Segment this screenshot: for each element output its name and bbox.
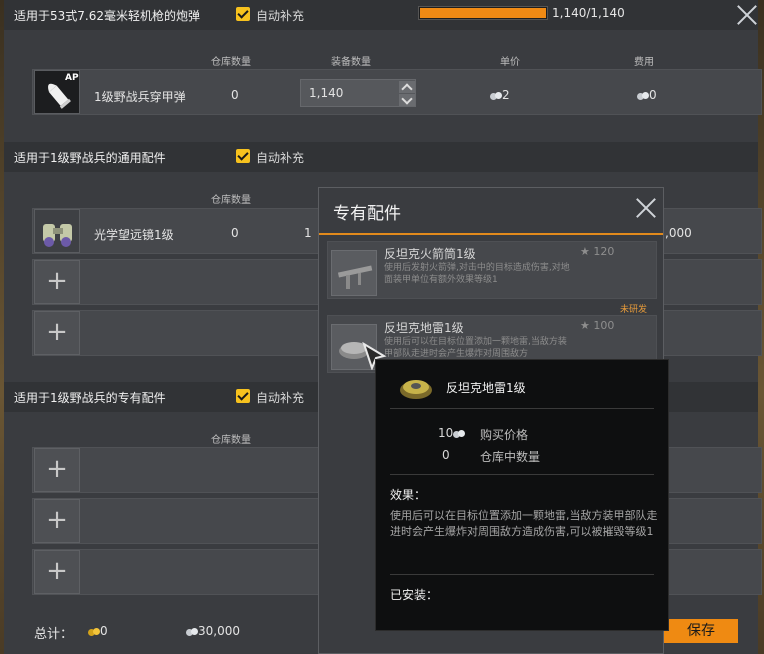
close-icon[interactable] (736, 4, 758, 26)
col-unit-price: 单价 (500, 57, 520, 68)
ammo-capacity-fill (420, 8, 546, 18)
binocular-icon (34, 209, 80, 253)
general-section-header: 适用于1级野战兵的通用配件 (4, 142, 758, 172)
col-equip: 装备数量 (331, 57, 371, 68)
col-cost: 费用 (634, 57, 654, 68)
general-col-stock: 仓库数量 (211, 195, 251, 206)
panel-item-name: 反坦克火箭筒1级 (384, 247, 476, 261)
ammo-cost: 0 (637, 88, 657, 102)
increase-button[interactable] (399, 81, 415, 93)
tooltip-effect-text: 使用后可以在目标位置添加一颗地雷,当敌方装甲部队走进时会产生爆炸对周围敌方造成伤… (390, 509, 658, 538)
general-section-title: 适用于1级野战兵的通用配件 (14, 151, 166, 165)
tooltip-installed-label: 已安装： (390, 588, 439, 602)
panel-item-rocket-launcher[interactable]: 反坦克火箭筒1级 使用后发射火箭弹,对击中的目标造成伤害,对地面装甲单位有额外效… (327, 241, 657, 315)
general-item-name: 光学望远镜1级 (94, 228, 174, 242)
exclusive-col-stock: 仓库数量 (211, 435, 251, 446)
panel-item-price: ★ 120 (580, 245, 615, 258)
ammo-section-header: 适用于53式7.62毫米轻机枪的炮弹 (4, 0, 758, 30)
tooltip-buy-price: 10 (438, 426, 466, 440)
ammo-auto-replenish-label: 自动补充 (256, 9, 305, 23)
exclusive-section-title: 适用于1级野战兵的专有配件 (14, 391, 166, 405)
panel-divider (319, 233, 663, 235)
panel-title: 专有配件 (333, 204, 401, 224)
silver-coin-icon (637, 91, 649, 100)
panel-item-price: ★ 100 (580, 319, 615, 332)
ammo-icon: AP (34, 70, 80, 114)
tooltip-stock-label: 仓库中数量 (480, 450, 541, 464)
tooltip-divider (390, 574, 654, 575)
add-exclusive-slot-button[interactable]: + (34, 550, 80, 594)
ammo-quantity-value: 1,140 (309, 86, 344, 100)
add-general-slot-button[interactable]: + (34, 311, 80, 355)
exclusive-auto-replenish-checkbox[interactable] (236, 389, 250, 403)
gold-coin-icon (88, 627, 100, 636)
ammo-auto-replenish-checkbox[interactable] (236, 7, 250, 21)
panel-item-desc: 使用后可以在目标位置添加一颗地雷,当敌方装甲部队走进时会产生爆炸对周围敌方 (384, 337, 567, 359)
decrease-button[interactable] (399, 94, 415, 106)
total-silver: 30,000 (186, 624, 240, 638)
col-stock: 仓库数量 (211, 57, 251, 68)
tooltip-divider (390, 408, 654, 409)
total-label: 总计： (34, 627, 74, 642)
add-general-slot-button[interactable]: + (34, 260, 80, 304)
landmine-icon (400, 380, 432, 399)
general-item-cost: ,000 (665, 226, 692, 240)
general-item-stock: 0 (231, 226, 239, 240)
ammo-item-stock: 0 (231, 88, 239, 102)
general-item-equip: 1 (304, 226, 312, 240)
panel-item-desc: 使用后发射火箭弹,对击中的目标造成伤害,对地面装甲单位有额外效果等级1 (384, 263, 570, 285)
add-exclusive-slot-button[interactable]: + (34, 499, 80, 543)
ammo-unit-price: 2 (490, 88, 510, 102)
ammo-item-name: 1级野战兵穿甲弹 (94, 90, 186, 104)
item-tooltip: 反坦克地雷1级 10 购买价格 0 仓库中数量 效果： 使用后可以在目标位置添加… (375, 359, 669, 631)
star-icon: ★ (580, 245, 590, 258)
total-gold: 0 (88, 624, 108, 638)
add-exclusive-slot-button[interactable]: + (34, 448, 80, 492)
silver-coin-icon (186, 627, 198, 636)
star-icon: ★ (580, 319, 590, 332)
ammo-capacity-bar (418, 6, 548, 20)
tooltip-effect-label: 效果： (390, 488, 427, 502)
ammo-capacity-text: 1,140/1,140 (552, 6, 625, 20)
general-auto-replenish-label: 自动补充 (256, 151, 305, 165)
panel-item-status: 未研发 (620, 305, 648, 315)
silver-coin-icon (453, 429, 466, 438)
save-button[interactable]: 保存 (664, 619, 738, 643)
tooltip-divider (390, 474, 654, 475)
panel-close-icon[interactable] (635, 197, 657, 219)
bullet-icon (48, 83, 71, 109)
tooltip-buy-price-label: 购买价格 (480, 428, 529, 442)
general-auto-replenish-checkbox[interactable] (236, 149, 250, 163)
exclusive-auto-replenish-label: 自动补充 (256, 391, 305, 405)
rocket-launcher-icon (331, 250, 377, 296)
tooltip-stock: 0 (442, 448, 450, 462)
ammo-section-title: 适用于53式7.62毫米轻机枪的炮弹 (14, 9, 200, 23)
silver-coin-icon (490, 91, 502, 100)
ammo-quantity-stepper[interactable]: 1,140 (300, 79, 416, 107)
panel-item-name: 反坦克地雷1级 (384, 321, 464, 335)
tooltip-item-name: 反坦克地雷1级 (446, 381, 526, 395)
